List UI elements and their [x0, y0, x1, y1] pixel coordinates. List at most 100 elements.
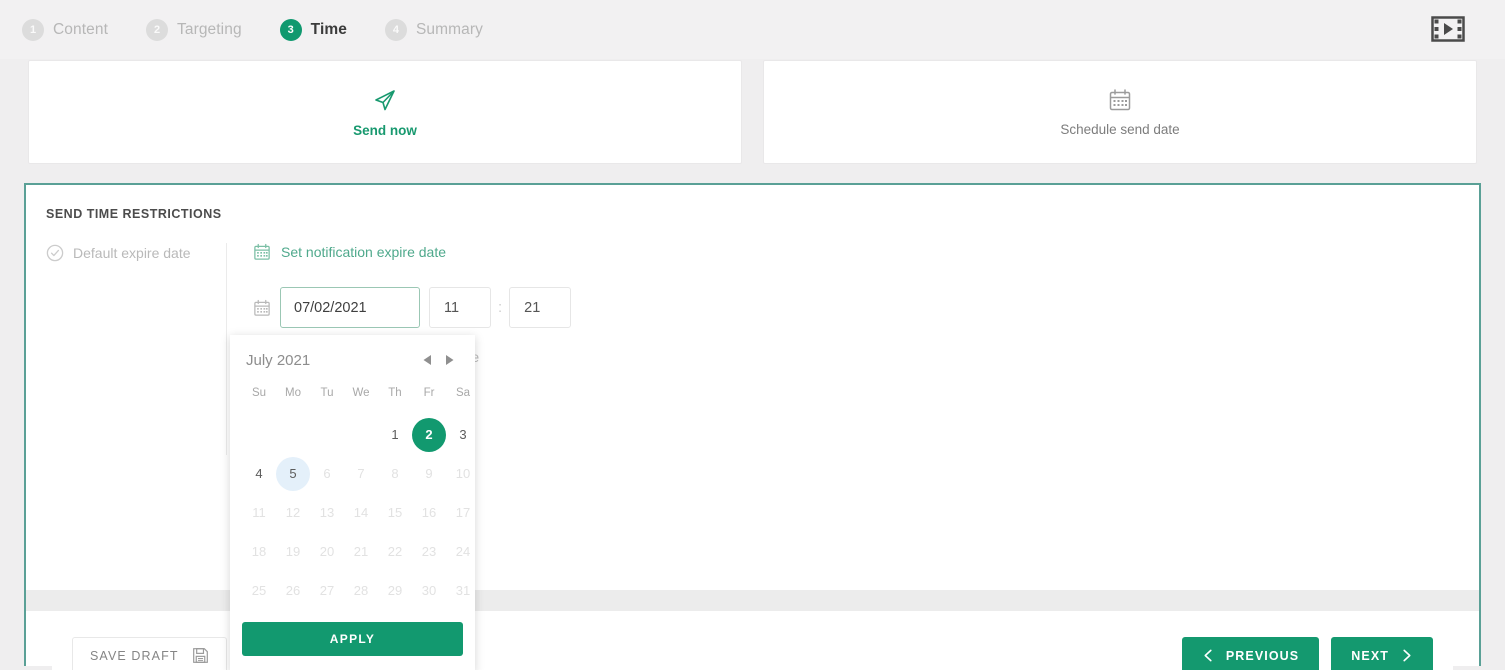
calendar-day: 16 — [412, 493, 446, 532]
calendar-day-number: 14 — [353, 505, 369, 520]
calendar-day[interactable]: 4 — [242, 454, 276, 493]
calendar-weekday-header: Sa — [455, 387, 471, 399]
calendar-day: 29 — [378, 571, 412, 610]
calendar-day: 9 — [412, 454, 446, 493]
expire-hour-input[interactable] — [429, 287, 491, 328]
calendar-weekday-header: Fr — [423, 387, 435, 399]
triangle-left-icon — [423, 355, 431, 365]
calendar-day-number: 15 — [387, 505, 403, 520]
calendar-day-number: 5 — [276, 456, 310, 491]
calendar-day[interactable]: 2 — [412, 415, 446, 454]
calendar-prev-month-button[interactable] — [416, 349, 438, 371]
default-expire-label: Default expire date — [73, 245, 191, 261]
calendar-day-number: 9 — [425, 466, 433, 481]
send-now-card[interactable]: Send now — [28, 60, 742, 164]
step-time[interactable]: 3 Time — [279, 18, 347, 41]
calendar-day: 17 — [446, 493, 480, 532]
calendar-day-number — [242, 418, 276, 452]
next-label: NEXT — [1351, 648, 1389, 663]
calendar-header: July 2021 — [242, 349, 463, 387]
calendar-day-number: 7 — [357, 466, 365, 481]
calendar-day: 21 — [344, 532, 378, 571]
calendar-day: 26 — [276, 571, 310, 610]
chevron-right-icon — [1403, 649, 1411, 662]
calendar-day-number: 23 — [421, 544, 437, 559]
step-label: Content — [53, 20, 108, 38]
send-time-restrictions-panel: SEND TIME RESTRICTIONS Default expire da… — [24, 183, 1481, 670]
calendar-day: 19 — [276, 532, 310, 571]
calendar-day-number: 19 — [285, 544, 301, 559]
step-label: Targeting — [177, 20, 242, 38]
check-circle-icon — [46, 244, 64, 262]
calendar-day-number: 1 — [391, 427, 399, 442]
step-badge: 2 — [146, 18, 168, 41]
calendar-apply-button[interactable]: APPLY — [242, 622, 463, 656]
default-expire-column: Default expire date — [46, 243, 224, 455]
step-content[interactable]: 1 Content — [22, 18, 108, 41]
time-separator: : — [498, 299, 503, 316]
chevron-left-icon — [1204, 649, 1212, 662]
wizard-stepper: 1 Content 2 Targeting 3 Time 4 Summary — [0, 0, 1505, 59]
expire-datetime-fields: : — [253, 287, 1479, 328]
paper-plane-icon — [375, 89, 395, 110]
calendar-day: 11 — [242, 493, 276, 532]
calendar-day[interactable]: 1 — [378, 415, 412, 454]
calendar-day-number: 30 — [421, 583, 437, 598]
calendar-weekday-header: Th — [388, 387, 402, 399]
calendar-icon[interactable] — [253, 299, 271, 317]
step-label: Summary — [415, 20, 483, 38]
step-label: Time — [310, 20, 347, 38]
triangle-right-icon — [445, 355, 453, 365]
calendar-day: 22 — [378, 532, 412, 571]
calendar-day: 15 — [378, 493, 412, 532]
send-time-restrictions-wrap: SEND TIME RESTRICTIONS Default expire da… — [0, 183, 1505, 670]
previous-button[interactable]: PREVIOUS — [1181, 636, 1320, 670]
calendar-day-number: 10 — [455, 466, 471, 481]
expire-minute-input[interactable] — [509, 287, 572, 328]
calendar-day: 31 — [446, 571, 480, 610]
calendar-day: 7 — [344, 454, 378, 493]
expire-date-input[interactable] — [280, 287, 420, 328]
schedule-send-date-label: Schedule send date — [1060, 121, 1180, 137]
calendar-day-number: 4 — [255, 466, 263, 481]
step-badge: 1 — [22, 18, 44, 41]
calendar-day-number: 3 — [459, 427, 467, 442]
calendar-day: 12 — [276, 493, 310, 532]
calendar-day-empty — [276, 415, 310, 454]
calendar-day-number: 11 — [252, 505, 266, 520]
calendar-day-number: 12 — [285, 505, 301, 520]
calendar-next-month-button[interactable] — [438, 349, 460, 371]
calendar-day-number: 13 — [319, 505, 335, 520]
send-now-label: Send now — [353, 122, 417, 138]
calendar-day: 13 — [310, 493, 344, 532]
calendar-day: 27 — [310, 571, 344, 610]
calendar-day: 20 — [310, 532, 344, 571]
step-targeting[interactable]: 2 Targeting — [146, 18, 242, 41]
calendar-weekday-header: Su — [251, 387, 267, 399]
calendar-day-number: 31 — [455, 583, 471, 598]
calendar-day: 24 — [446, 532, 480, 571]
step-summary[interactable]: 4 Summary — [384, 18, 483, 41]
calendar-day-number: 27 — [319, 583, 335, 598]
calendar-day[interactable]: 3 — [446, 415, 480, 454]
save-draft-label: SAVE DRAFT — [90, 648, 179, 663]
film-icon[interactable] — [1431, 15, 1465, 43]
calendar-day: 14 — [344, 493, 378, 532]
default-expire-option[interactable]: Default expire date — [46, 244, 224, 262]
calendar-day-number: 29 — [387, 583, 403, 598]
calendar-day: 10 — [446, 454, 480, 493]
calendar-day: 8 — [378, 454, 412, 493]
calendar-day-number: 24 — [455, 544, 471, 559]
next-button[interactable]: NEXT — [1331, 636, 1433, 670]
calendar-day-number: 28 — [353, 583, 369, 598]
calendar-day: 23 — [412, 532, 446, 571]
schedule-send-date-card[interactable]: Schedule send date — [763, 60, 1477, 164]
save-draft-button[interactable]: SAVE DRAFT — [72, 636, 227, 670]
set-expire-option[interactable]: Set notification expire date — [253, 243, 1479, 261]
calendar-day-number: 6 — [323, 466, 331, 481]
step-badge: 3 — [279, 18, 302, 41]
set-expire-label: Set notification expire date — [281, 244, 446, 260]
calendar-day-number: 8 — [391, 466, 399, 481]
calendar-icon — [254, 243, 270, 260]
calendar-day[interactable]: 5 — [276, 454, 310, 493]
